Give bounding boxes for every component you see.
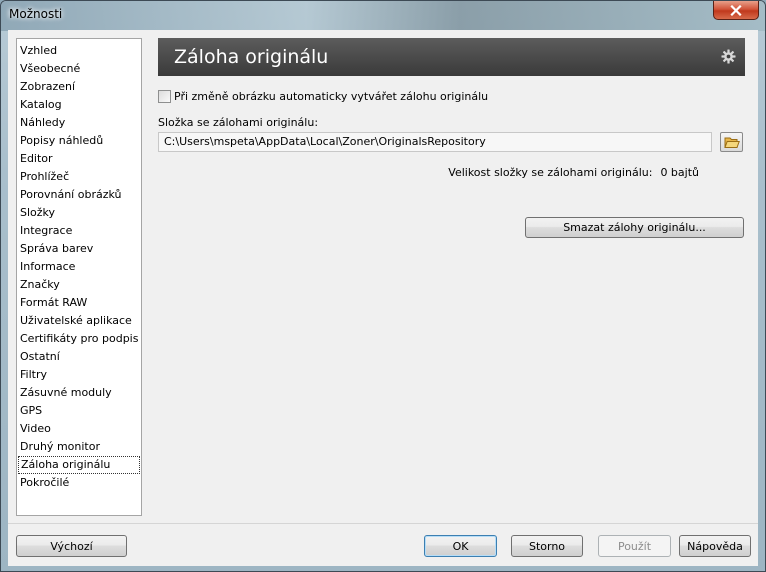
folder-size-info: Velikost složky se zálohami originálu: 0… — [448, 166, 699, 179]
dialog-client: Vzhled Všeobecné Zobrazení Katalog Náhledy Po… — [8, 30, 758, 566]
auto-backup-checkbox[interactable] — [158, 90, 171, 103]
options-window: Možnosti Vzhled Všeobecné Zobrazení Katalog… — [0, 0, 766, 572]
category-item[interactable]: Záloha originálu — [18, 456, 140, 474]
folder-size-value: 0 bajtů — [660, 166, 699, 179]
backup-folder-label: Složka se zálohami originálu: — [158, 116, 319, 129]
ok-button[interactable]: OK — [424, 535, 497, 557]
footer-divider — [8, 523, 758, 524]
help-button[interactable]: Nápověda — [679, 535, 751, 557]
apply-button[interactable]: Použít — [598, 535, 671, 557]
category-item[interactable]: Náhledy — [17, 114, 141, 132]
delete-backups-button[interactable]: Smazat zálohy originálu... — [525, 217, 744, 238]
category-item[interactable]: GPS — [17, 402, 141, 420]
category-list[interactable]: Vzhled Všeobecné Zobrazení Katalog Náhledy Po… — [16, 38, 142, 516]
auto-backup-option[interactable]: Při změně obrázku automaticky vytvářet z… — [158, 90, 488, 103]
category-item[interactable]: Filtry — [17, 366, 141, 384]
title-bar[interactable]: Možnosti — [1, 1, 765, 31]
category-item[interactable]: Formát RAW — [17, 294, 141, 312]
folder-icon — [723, 137, 740, 148]
window-title: Možnosti — [9, 7, 63, 21]
category-item[interactable]: Správa barev — [17, 240, 141, 258]
category-item[interactable]: Vzhled — [17, 42, 141, 60]
category-item[interactable]: Katalog — [17, 96, 141, 114]
category-item[interactable]: Editor — [17, 150, 141, 168]
category-item[interactable]: Popisy náhledů — [17, 132, 141, 150]
category-item[interactable]: Pokročilé — [17, 474, 141, 492]
category-item[interactable]: Zásuvné moduly — [17, 384, 141, 402]
category-item[interactable]: Složky — [17, 204, 141, 222]
close-button[interactable] — [713, 1, 759, 20]
close-icon — [730, 4, 742, 16]
category-item[interactable]: Značky — [17, 276, 141, 294]
category-item[interactable]: Zobrazení — [17, 78, 141, 96]
section-header: Záloha originálu — [158, 38, 745, 76]
category-item[interactable]: Prohlížeč — [17, 168, 141, 186]
default-button[interactable]: Výchozí — [16, 535, 127, 557]
category-item[interactable]: Druhý monitor — [17, 438, 141, 456]
category-item[interactable]: Certifikáty pro podpis — [17, 330, 141, 348]
folder-size-label: Velikost složky se zálohami originálu: — [448, 166, 653, 179]
category-item[interactable]: Informace — [17, 258, 141, 276]
gear-icon[interactable] — [721, 49, 736, 64]
category-item[interactable]: Ostatní — [17, 348, 141, 366]
browse-folder-button[interactable] — [720, 132, 743, 152]
auto-backup-label: Při změně obrázku automaticky vytvářet z… — [174, 90, 489, 103]
category-item[interactable]: Integrace — [17, 222, 141, 240]
section-title: Záloha originálu — [174, 46, 329, 68]
category-item[interactable]: Porovnání obrázků — [17, 186, 141, 204]
category-item[interactable]: Video — [17, 420, 141, 438]
backup-folder-path[interactable]: C:\Users\mspeta\AppData\Local\Zoner\Orig… — [158, 132, 712, 152]
category-item[interactable]: Uživatelské aplikace — [17, 312, 141, 330]
category-item[interactable]: Všeobecné — [17, 60, 141, 78]
cancel-button[interactable]: Storno — [511, 535, 583, 557]
